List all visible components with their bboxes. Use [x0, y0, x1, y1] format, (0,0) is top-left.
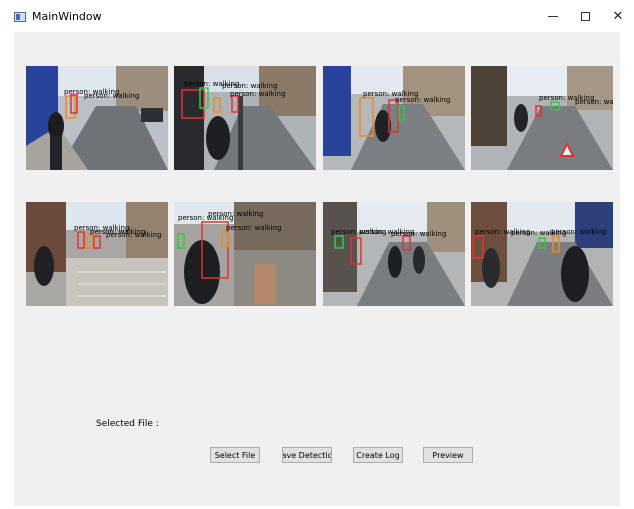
frame-4-image: person: walking person: walking: [471, 66, 613, 170]
detection-label: person: walking: [551, 228, 606, 236]
detection-label: person: walking: [391, 230, 446, 238]
frame-5-image: person: walking person: walking person: …: [26, 202, 168, 306]
frame-8-image: person: walking person: walking person: …: [471, 202, 613, 306]
detection-frame-3: person: walking person: walking: [323, 66, 465, 170]
detection-label: person: walking: [84, 92, 139, 100]
frame-1-image: person: walking person: walking: [26, 66, 168, 170]
detection-label: person: walking: [395, 96, 450, 104]
detection-label: person: walking: [208, 210, 263, 218]
detection-label: person: walking: [106, 231, 161, 239]
minimize-icon: [548, 15, 558, 17]
app-window-icon: [14, 12, 26, 22]
close-icon: ✕: [612, 8, 624, 24]
detection-frame-1: person: walking person: walking: [26, 66, 168, 170]
detection-label: person: walking: [222, 82, 277, 90]
detection-frame-4: person: walking person: walking: [471, 66, 613, 170]
close-button[interactable]: ✕: [603, 5, 633, 27]
main-client-area: person: walking person: walking person: …: [14, 32, 620, 506]
create-log-button[interactable]: Create Log: [353, 447, 403, 463]
detection-label: person: walking: [230, 90, 285, 98]
detection-frame-5: person: walking person: walking person: …: [26, 202, 168, 306]
frame-6-image: person: walking person: walking person: …: [174, 202, 316, 306]
select-file-button[interactable]: Select File: [210, 447, 260, 463]
detection-frame-8: person: walking person: walking person: …: [471, 202, 613, 306]
detection-label: person: walking: [226, 224, 281, 232]
frame-2-image: person: walking person: walking person: …: [174, 66, 316, 170]
save-detection-button[interactable]: Save Detection: [282, 447, 332, 463]
minimize-button[interactable]: [538, 5, 568, 27]
maximize-button[interactable]: [570, 5, 600, 27]
maximize-icon: [580, 11, 590, 21]
window-title: MainWindow: [32, 10, 102, 23]
detection-frame-2: person: walking person: walking person: …: [174, 66, 316, 170]
frame-7-image: person: walking person: walking person: …: [323, 202, 465, 306]
detection-label: person: walking: [575, 98, 613, 106]
detection-frame-6: person: walking person: walking person: …: [174, 202, 316, 306]
title-bar[interactable]: MainWindow ✕: [0, 0, 634, 32]
preview-button[interactable]: Preview: [423, 447, 473, 463]
detection-frame-7: person: walking person: walking person: …: [323, 202, 465, 306]
frame-3-image: person: walking person: walking: [323, 66, 465, 170]
selected-file-label: Selected File :: [96, 419, 159, 429]
